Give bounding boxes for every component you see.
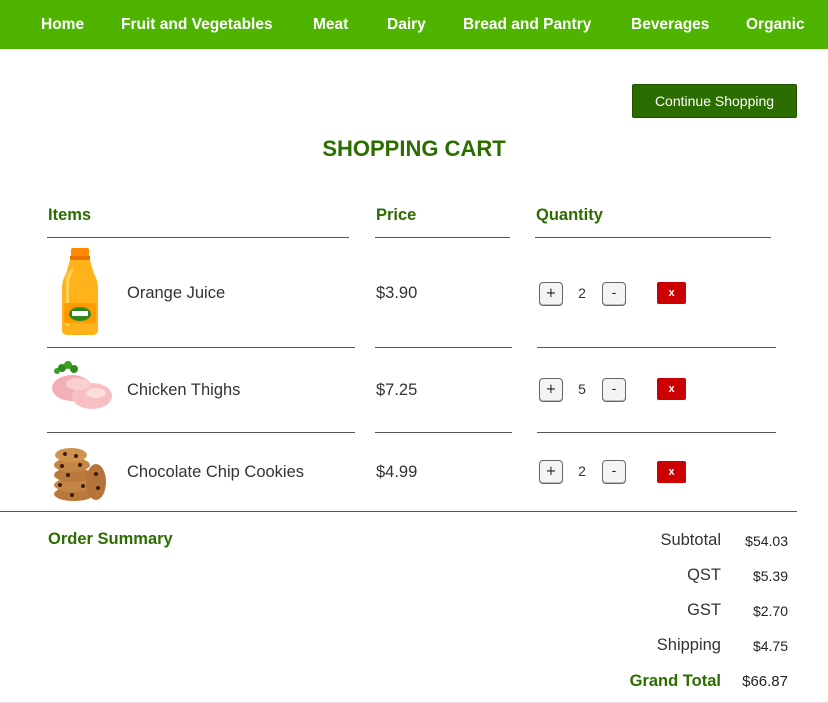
nav-fruit-and-vegetables[interactable]: Fruit and Vegetables <box>121 0 273 49</box>
decrease-quantity-button[interactable]: - <box>602 282 626 306</box>
nav-dairy[interactable]: Dairy <box>387 0 426 49</box>
remove-item-button[interactable]: x <box>657 378 686 400</box>
nav-beverages[interactable]: Beverages <box>631 0 709 49</box>
product-name: Chicken Thighs <box>127 381 241 399</box>
shipping-label: Shipping <box>656 636 721 654</box>
product-name: Orange Juice <box>127 284 226 302</box>
increase-quantity-button[interactable]: + <box>539 460 563 484</box>
column-header-quantity: Quantity <box>536 206 603 224</box>
summary-divider <box>0 511 797 512</box>
row-divider <box>375 347 512 348</box>
remove-item-button[interactable]: x <box>657 461 686 483</box>
qst-label: QST <box>687 566 721 584</box>
product-name: Chocolate Chip Cookies <box>127 463 305 481</box>
nav-bread-and-pantry[interactable]: Bread and Pantry <box>463 0 591 49</box>
chicken-thighs-image <box>52 361 112 409</box>
header-divider-items <box>47 237 349 238</box>
gst-label: GST <box>687 601 721 619</box>
product-price: $7.25 <box>376 381 418 399</box>
increase-quantity-button[interactable]: + <box>539 378 563 402</box>
top-navbar: Home Fruit and Vegetables Meat Dairy Bre… <box>0 0 828 49</box>
product-price: $4.99 <box>376 463 418 481</box>
column-header-price: Price <box>376 206 417 224</box>
product-price: $3.90 <box>376 284 418 302</box>
orange-juice-image <box>62 248 98 335</box>
subtotal-label: Subtotal <box>660 531 721 549</box>
row-divider <box>375 432 512 433</box>
qst-value: $5.39 <box>752 568 788 584</box>
remove-item-button[interactable]: x <box>657 282 686 304</box>
nav-meat[interactable]: Meat <box>313 0 348 49</box>
column-header-items: Items <box>48 206 92 224</box>
nav-organic[interactable]: Organic <box>746 0 805 49</box>
header-divider-price <box>375 237 510 238</box>
page-title: SHOPPING CART <box>322 136 506 161</box>
header-divider-quantity <box>535 237 771 238</box>
nav-home[interactable]: Home <box>41 0 84 49</box>
cookies-image <box>54 448 106 501</box>
grand-total-label: Grand Total <box>629 672 721 690</box>
shipping-value: $4.75 <box>752 638 788 654</box>
continue-shopping-button[interactable]: Continue Shopping <box>632 84 797 118</box>
subtotal-value: $54.03 <box>745 533 788 549</box>
grand-total-value: $66.87 <box>742 673 788 690</box>
quantity-value: 2 <box>578 463 586 479</box>
quantity-value: 5 <box>578 381 586 397</box>
increase-quantity-button[interactable]: + <box>539 282 563 306</box>
row-divider <box>537 432 776 433</box>
quantity-value: 2 <box>578 285 586 301</box>
decrease-quantity-button[interactable]: - <box>602 460 626 484</box>
row-divider <box>47 432 355 433</box>
row-divider <box>47 347 355 348</box>
gst-value: $2.70 <box>752 603 788 619</box>
row-divider <box>537 347 776 348</box>
decrease-quantity-button[interactable]: - <box>602 378 626 402</box>
order-summary-title: Order Summary <box>48 530 173 548</box>
